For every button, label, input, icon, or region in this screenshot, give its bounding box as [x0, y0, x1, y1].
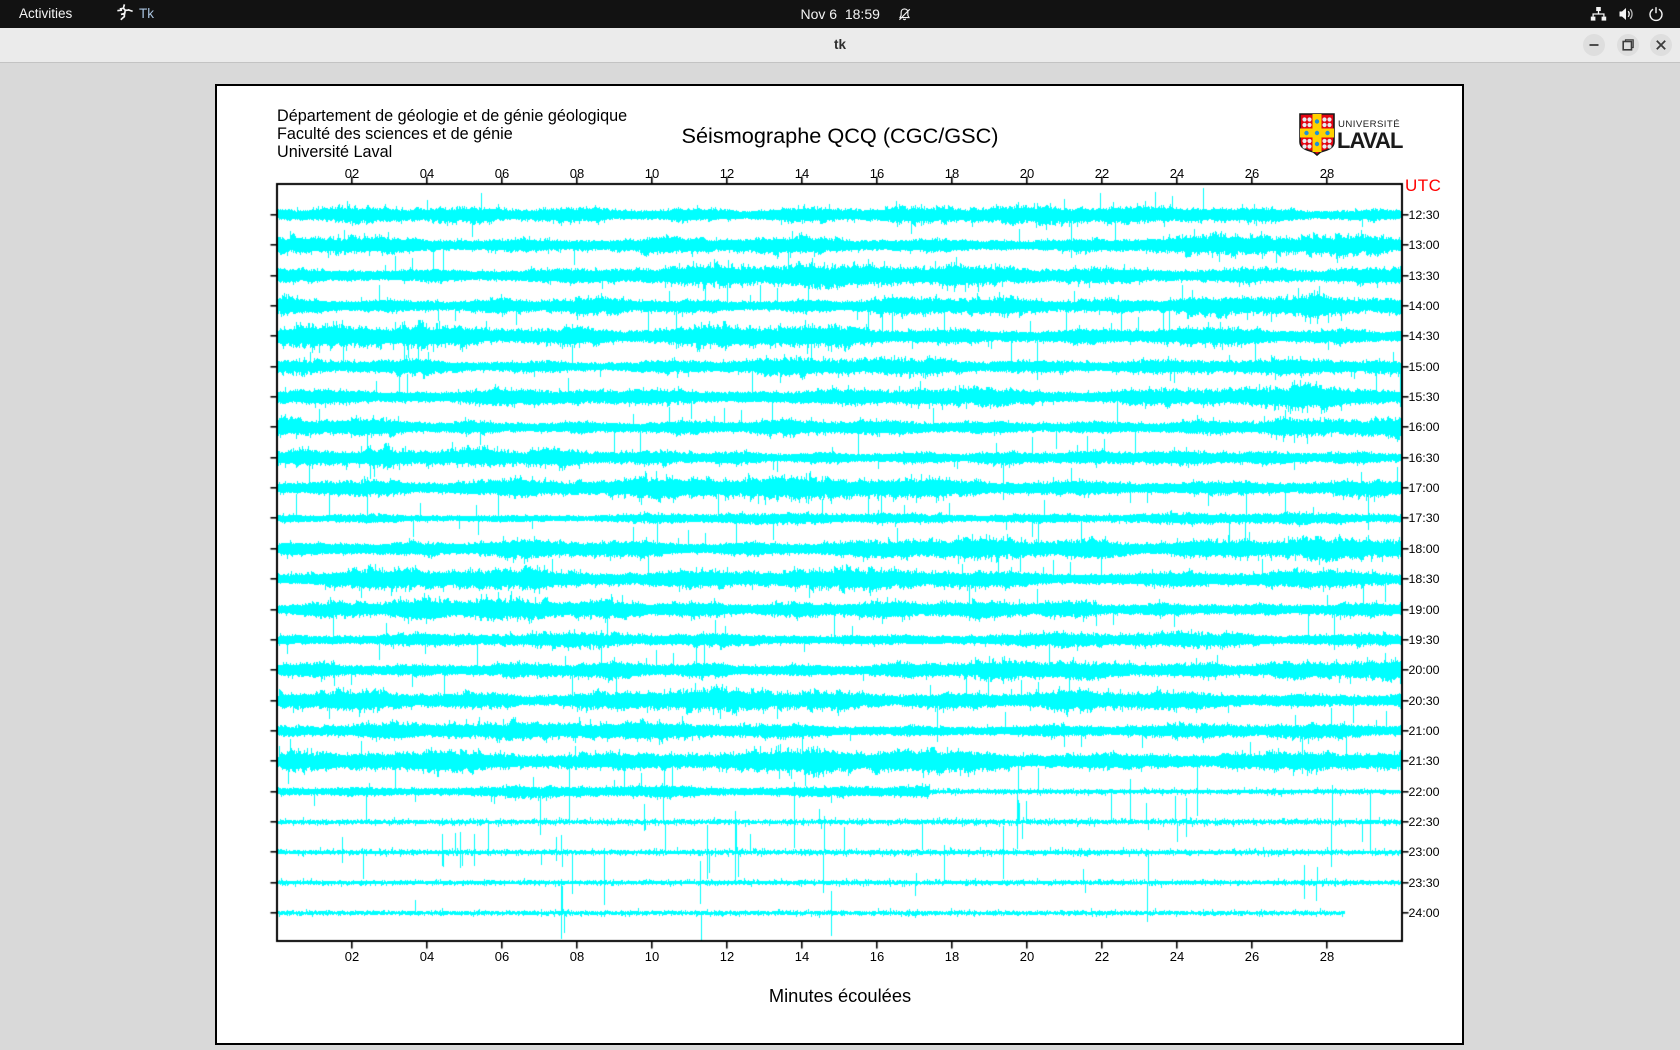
svg-text:LAVAL: LAVAL: [1337, 128, 1403, 153]
